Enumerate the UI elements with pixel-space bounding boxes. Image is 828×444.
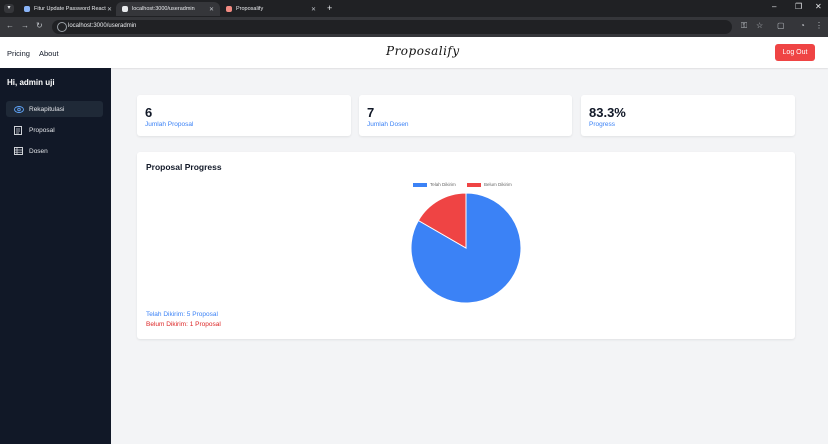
stat-value: 6 <box>145 105 153 120</box>
forward-icon[interactable]: → <box>21 21 29 30</box>
sidebar-item-label: Dosen <box>29 147 48 155</box>
minimize-icon[interactable]: – <box>772 2 776 11</box>
list-icon <box>14 147 24 155</box>
site-info-icon[interactable] <box>57 22 67 32</box>
sidebar: Hi, admin uji Rekapitulasi Proposal Dose… <box>0 68 111 444</box>
sidebar-item-label: Proposal <box>29 126 55 134</box>
url-input[interactable]: localhost:3000/useradmin <box>52 20 732 34</box>
top-navbar: Pricing About Proposalify Log Out <box>0 37 828 68</box>
brand-logo[interactable]: Proposalify <box>386 44 460 58</box>
new-tab-icon[interactable]: + <box>327 3 332 13</box>
tab-title: localhost:3000/useradmin <box>132 6 195 12</box>
stat-label: Jumlah Proposal <box>145 121 194 128</box>
close-icon[interactable]: ✕ <box>209 6 214 13</box>
sidebar-item-rekapitulasi[interactable]: Rekapitulasi <box>6 101 103 117</box>
summary-unsent: Belum Dikirim: 1 Proposal <box>146 321 221 328</box>
sidebar-item-dosen[interactable]: Dosen <box>6 143 103 159</box>
stat-value: 7 <box>367 105 375 120</box>
pie-chart <box>410 192 522 304</box>
stat-label: Jumlah Dosen <box>367 121 409 128</box>
proposal-progress-card: Proposal Progress Telah Dikirim Belum Di… <box>137 152 795 339</box>
profile-icon[interactable]: ◔ <box>800 21 805 30</box>
stat-label: Progress <box>589 121 616 128</box>
password-key-icon[interactable]: ⚿ <box>741 21 747 31</box>
close-icon[interactable]: ✕ <box>311 6 316 13</box>
sidebar-item-label: Rekapitulasi <box>29 105 65 113</box>
maximize-icon[interactable]: ❐ <box>795 2 802 11</box>
eye-icon <box>14 105 24 113</box>
tab-search-button[interactable]: ▾ <box>4 4 14 13</box>
sidebar-item-proposal[interactable]: Proposal <box>6 122 103 138</box>
tab-favicon-icon <box>226 6 232 12</box>
browser-tab-1[interactable]: Fitur Update Password React ✕ <box>18 2 118 16</box>
nav-link-about[interactable]: About <box>39 49 59 58</box>
reload-icon[interactable]: ↻ <box>36 21 43 30</box>
logout-button[interactable]: Log Out <box>775 44 815 61</box>
tab-title: Fitur Update Password React <box>34 6 106 12</box>
greeting-text: Hi, admin uji <box>7 78 55 87</box>
tab-favicon-icon <box>24 6 30 12</box>
menu-dots-icon[interactable]: ⋮ <box>815 21 823 30</box>
stat-card-proposal: 6 Jumlah Proposal <box>137 95 351 136</box>
close-icon[interactable]: ✕ <box>107 6 112 13</box>
tab-favicon-icon <box>122 6 128 12</box>
stat-card-dosen: 7 Jumlah Dosen <box>359 95 572 136</box>
tab-bar: ▾ Fitur Update Password React ✕ localhos… <box>0 0 828 17</box>
browser-chrome: ▾ Fitur Update Password React ✕ localhos… <box>0 0 828 37</box>
tab-title: Proposalify <box>236 6 264 12</box>
url-text: localhost:3000/useradmin <box>68 23 137 29</box>
extensions-icon[interactable]: ▢ <box>777 21 785 30</box>
back-icon[interactable]: ← <box>6 21 14 30</box>
browser-tab-3[interactable]: Proposalify ✕ <box>220 2 322 16</box>
nav-link-pricing[interactable]: Pricing <box>7 49 30 58</box>
browser-tab-2[interactable]: localhost:3000/useradmin ✕ <box>116 2 220 16</box>
bookmark-star-icon[interactable]: ☆ <box>756 21 763 30</box>
summary-sent: Telah Dikirim: 5 Proposal <box>146 311 218 318</box>
window-close-icon[interactable]: ✕ <box>815 2 822 11</box>
stat-card-progress: 83.3% Progress <box>581 95 795 136</box>
document-icon <box>14 125 24 135</box>
address-bar: ← → ↻ localhost:3000/useradmin ⚿ ☆ ▢ ◔ ⋮ <box>0 17 828 37</box>
stat-value: 83.3% <box>589 105 626 120</box>
